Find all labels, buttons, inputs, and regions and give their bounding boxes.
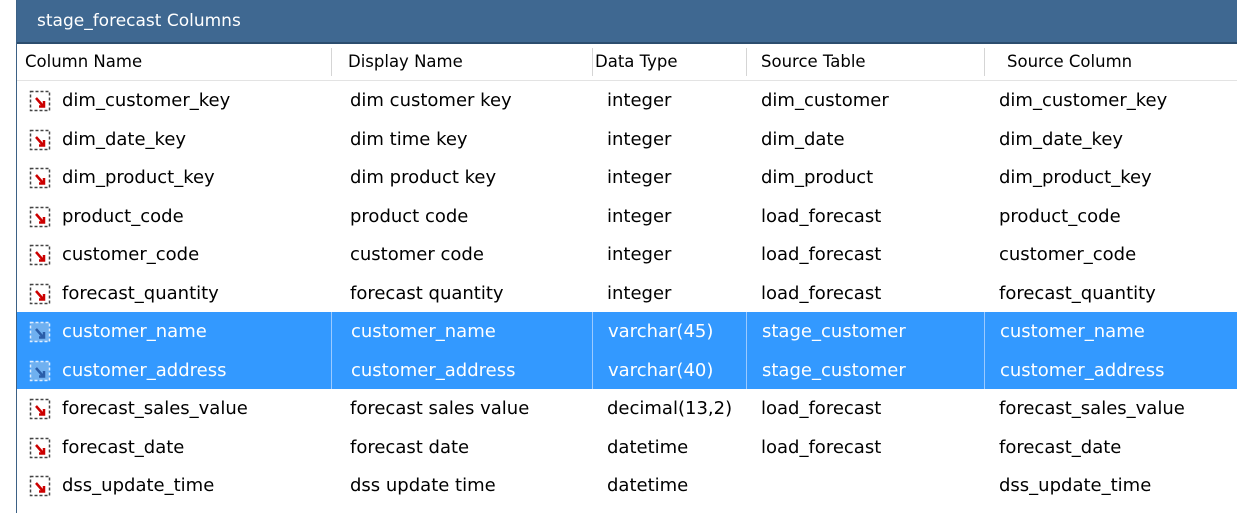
column-icon [29, 437, 51, 459]
column-icon [29, 321, 51, 343]
column-icon [29, 90, 51, 112]
cell-display-name: customer_address [331, 350, 592, 389]
cell-data-type: integer [607, 244, 672, 265]
cell-display-name: customer_name [331, 312, 592, 351]
cell-source-table [746, 466, 984, 505]
cell-source-column: customer_code [999, 244, 1137, 265]
header-separator[interactable] [746, 48, 747, 76]
cell-column-name: forecast_date [62, 436, 185, 458]
cell-source-column: dim_date_key [999, 128, 1124, 150]
header-source-table[interactable]: Source Table [753, 44, 993, 80]
table-row[interactable]: customer_address customer_address varchar(… [17, 350, 1237, 389]
cell-source-table: dim_date [761, 128, 845, 150]
table-row[interactable]: dim_date_key dim time key integer dim_date d… [17, 120, 1237, 159]
cell-display-name: dim customer key [350, 90, 512, 111]
cell-source-column: dss_update_time [999, 475, 1152, 496]
column-list: dim_customer_key dim customer key integer d… [17, 81, 1237, 505]
table-row[interactable]: customer_code customer code integer load_fo… [17, 235, 1237, 274]
cell-data-type: datetime [607, 475, 689, 496]
cell-data-type: varchar(45) [592, 312, 746, 351]
cell-source-table: load_forecast [761, 282, 882, 304]
cell-source-column: forecast_quantity [999, 282, 1156, 304]
header-separator[interactable] [984, 48, 985, 76]
cell-source-table: dim_customer [761, 90, 889, 111]
cell-source-column: dim_product_key [999, 167, 1152, 188]
cell-source-table: load_forecast [761, 244, 882, 265]
column-icon [29, 129, 51, 151]
cell-data-type: integer [607, 90, 672, 111]
column-icon [29, 398, 51, 420]
table-row[interactable]: dim_product_key dim product key integer dim… [17, 158, 1237, 197]
header-data-type[interactable]: Data Type [587, 44, 762, 80]
cell-column-name: dim_customer_key [62, 90, 231, 111]
cell-display-name: customer code [350, 244, 484, 265]
title-bar[interactable]: stage_forecast Columns [17, 0, 1237, 44]
cell-source-column: forecast_date [999, 436, 1122, 458]
cell-column-name: product_code [62, 205, 184, 227]
header-column-name[interactable]: Column Name [17, 44, 331, 80]
cell-column-name: dim_product_key [62, 167, 215, 188]
cell-data-type: integer [607, 282, 672, 304]
cell-display-name: product code [350, 205, 469, 227]
cell-source-table: stage_customer [746, 350, 984, 389]
cell-data-type: varchar(40) [592, 350, 746, 389]
cell-display-name: dim product key [350, 167, 497, 188]
table-row[interactable]: dss_update_time dss update time datetime ds… [17, 466, 1237, 505]
cell-column-name: customer_code [62, 244, 200, 265]
column-icon [29, 206, 51, 228]
column-icon [29, 167, 51, 189]
cell-data-type: integer [607, 128, 672, 150]
cell-column-name: forecast_quantity [62, 282, 219, 304]
cell-display-name: dss update time [350, 475, 496, 496]
cell-source-column: customer_address [984, 350, 1237, 389]
cell-source-table: stage_customer [746, 312, 984, 351]
cell-column-name: dim_date_key [62, 128, 187, 150]
cell-display-name: forecast date [350, 436, 470, 458]
cell-source-table: load_forecast [761, 205, 882, 227]
cell-source-table: load_forecast [761, 398, 882, 419]
cell-column-name: dss_update_time [62, 475, 215, 496]
cell-column-name: customer_address [62, 359, 227, 381]
header-display-name[interactable]: Display Name [340, 44, 592, 80]
columns-window: stage_forecast Columns Column Name Displ… [16, 0, 1237, 513]
cell-source-table: load_forecast [761, 436, 882, 458]
cell-source-column: customer_name [984, 312, 1237, 351]
column-header-row: Column Name Display Name Data Type Sourc… [17, 44, 1237, 81]
table-row[interactable]: customer_name customer_name varchar(45) sta… [17, 312, 1237, 351]
table-row[interactable]: dim_customer_key dim customer key integer d… [17, 81, 1237, 120]
window-title: stage_forecast Columns [37, 11, 241, 31]
cell-source-column: forecast_sales_value [999, 398, 1185, 419]
cell-data-type: decimal(13,2) [607, 398, 733, 419]
cell-display-name: forecast quantity [350, 282, 504, 304]
header-separator[interactable] [331, 48, 332, 76]
cell-data-type: integer [607, 167, 672, 188]
table-row[interactable]: forecast_date forecast date datetime load_f… [17, 428, 1237, 467]
header-source-column[interactable]: Source Column [999, 44, 1237, 80]
cell-source-column: dim_customer_key [999, 90, 1168, 111]
cell-display-name: dim time key [350, 128, 468, 150]
table-row[interactable]: forecast_sales_value forecast sales value… [17, 389, 1237, 428]
cell-data-type: datetime [607, 436, 689, 458]
table-row[interactable]: forecast_quantity forecast quantity intege… [17, 274, 1237, 313]
cell-column-name: customer_name [62, 321, 207, 342]
cell-display-name: forecast sales value [350, 398, 530, 419]
cell-source-table: dim_product [761, 167, 874, 188]
table-row[interactable]: product_code product code integer load_fore… [17, 197, 1237, 236]
cell-source-column: product_code [999, 205, 1121, 227]
column-icon [29, 283, 51, 305]
column-icon [29, 475, 51, 497]
column-icon [29, 360, 51, 382]
cell-data-type: integer [607, 205, 672, 227]
column-icon [29, 244, 51, 266]
cell-column-name: forecast_sales_value [62, 398, 248, 419]
